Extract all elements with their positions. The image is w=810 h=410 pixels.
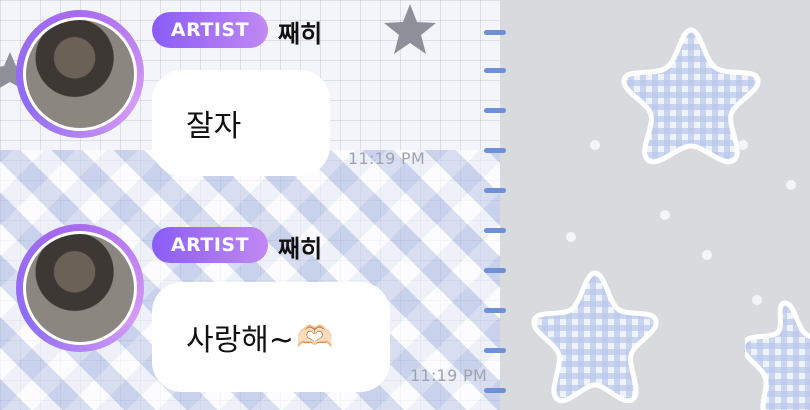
artist-badge: ARTIST <box>152 227 268 263</box>
avatar-image <box>23 231 137 345</box>
heart-hands-emoji: 🫶🏻 <box>295 319 334 355</box>
message-timestamp: 11:19 PM <box>410 366 488 385</box>
message-text: 사랑해~ <box>186 323 294 358</box>
sender-name: 째히 <box>278 235 323 263</box>
message-bubble[interactable]: 사랑해~ 🫶🏻 <box>152 282 390 392</box>
avatar[interactable] <box>16 224 144 352</box>
chat-message: ARTIST 째히 사랑해~ 🫶🏻 11:19 PM <box>0 0 810 410</box>
